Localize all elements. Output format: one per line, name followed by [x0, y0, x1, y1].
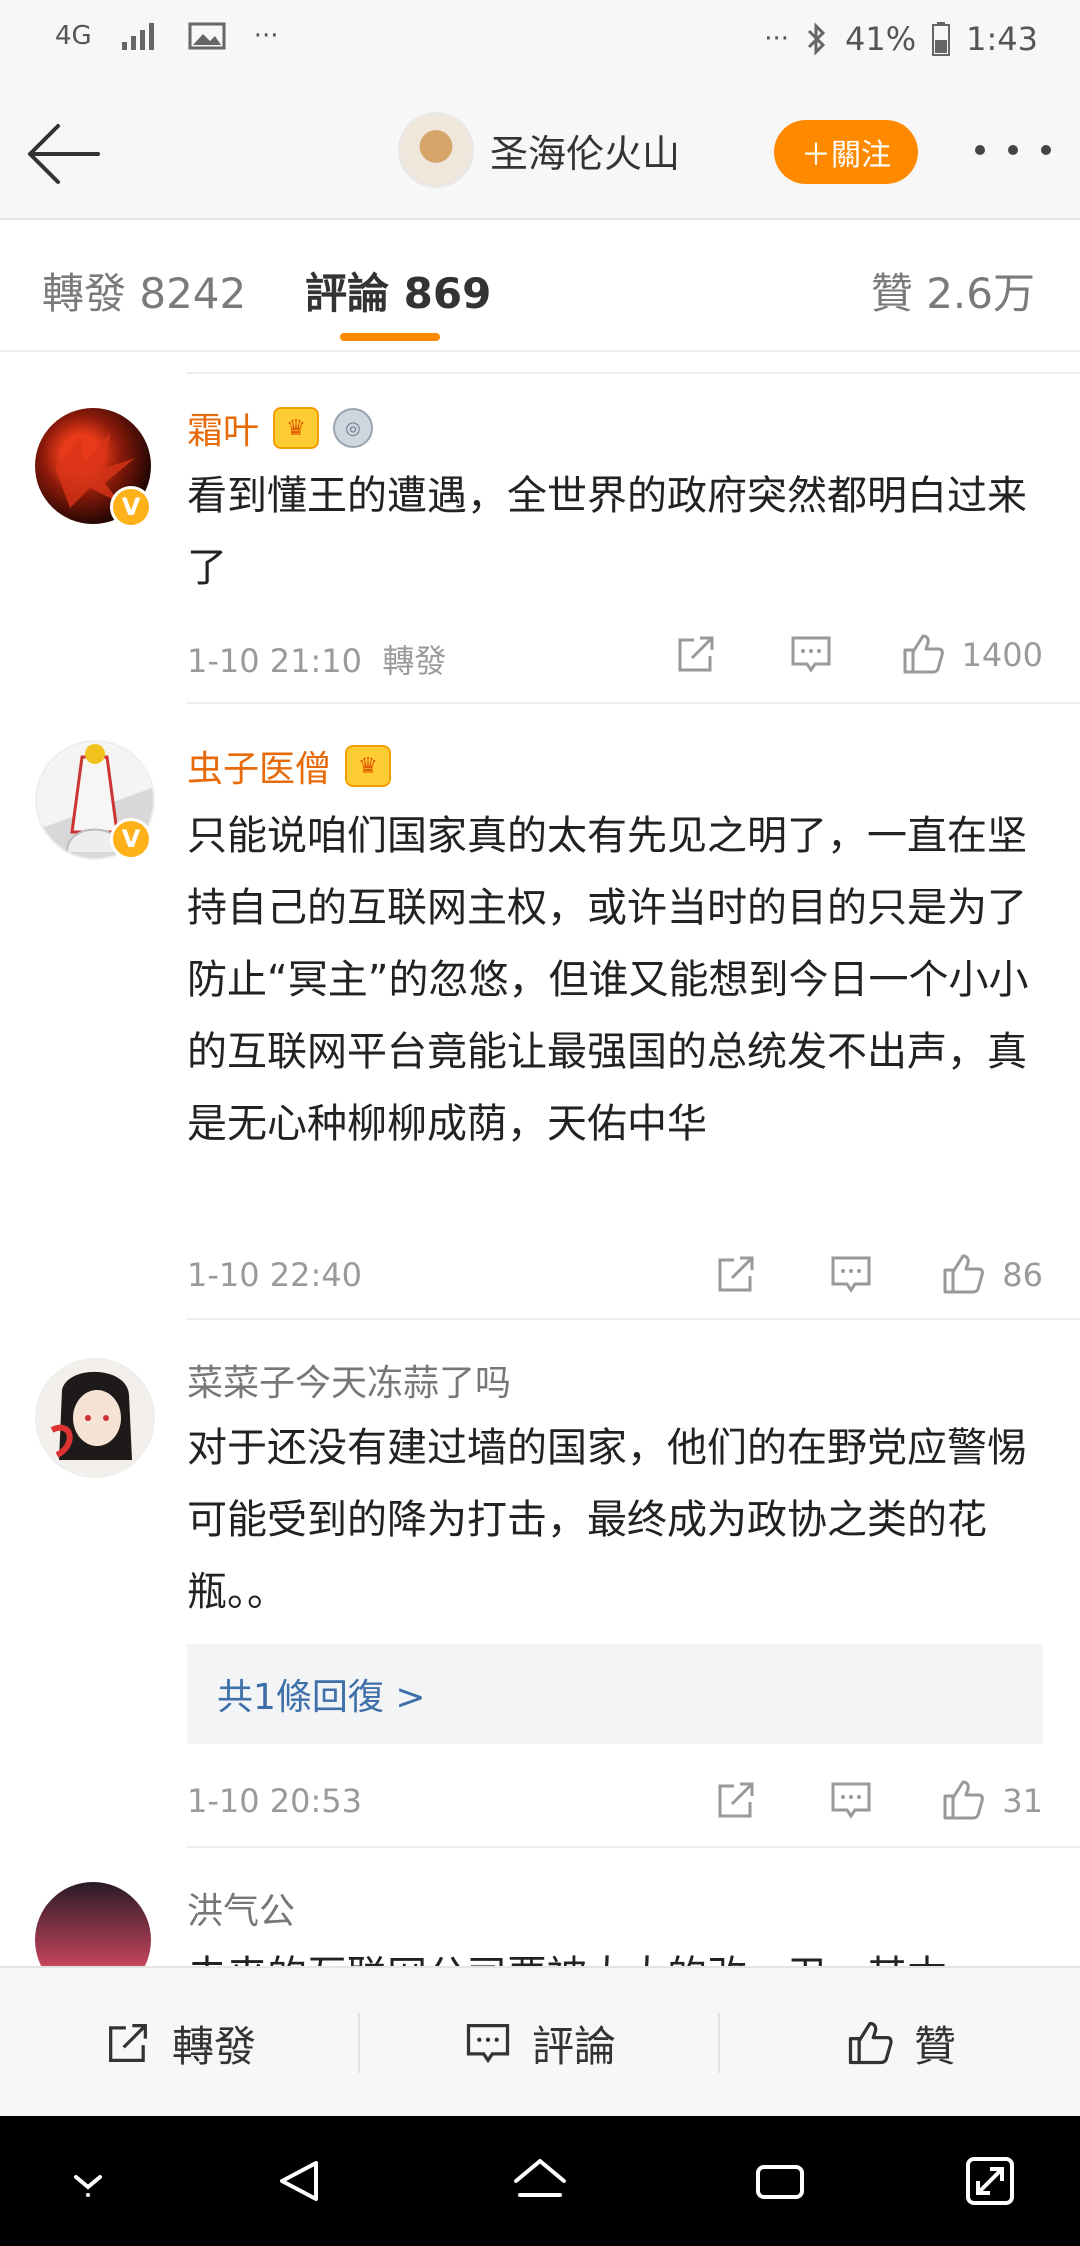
- nav-profile[interactable]: 圣海伦火山: [398, 112, 680, 188]
- repost-label: 轉發: [171, 2021, 256, 2071]
- bluetooth-icon: [807, 22, 826, 56]
- divider: [187, 372, 1080, 374]
- tab-likes[interactable]: 贊 2.6万: [871, 260, 1035, 321]
- comment-icon: [466, 2024, 510, 2064]
- author-name: 洪气公: [187, 1891, 296, 1932]
- like-icon[interactable]: [939, 1776, 987, 1824]
- vip-crown-icon: ♛: [273, 407, 320, 449]
- comment-text: 只能说咱们国家真的太有先见之明了，一直在坚持自己的互联网主权，或许当时的目的只是…: [187, 813, 1029, 1147]
- more-options-button[interactable]: [975, 130, 1051, 170]
- comment-text: 未来的互联网公司要被大大的改，卫，其本: [187, 1940, 1047, 1966]
- comment-button[interactable]: 評論: [360, 1968, 718, 2118]
- like-icon[interactable]: [939, 1250, 987, 1298]
- chevron-down-icon[interactable]: [58, 2151, 118, 2211]
- share-icon[interactable]: [712, 1250, 760, 1298]
- active-tab-indicator: [340, 333, 440, 341]
- avatar[interactable]: [35, 1882, 151, 1966]
- like-label: 贊: [913, 2021, 956, 2071]
- divider: [187, 1318, 1080, 1320]
- like-count: 31: [1002, 1782, 1043, 1820]
- author-name: 菜菜子今天冻蒜了吗: [187, 1363, 512, 1404]
- dot: [975, 145, 985, 155]
- recent-apps-icon[interactable]: [750, 2151, 810, 2211]
- repost-label[interactable]: 轉發: [382, 642, 446, 680]
- divider: [187, 1846, 1080, 1848]
- verified-badge: V: [110, 818, 152, 860]
- signal-icon: [121, 23, 154, 50]
- image-icon: [188, 22, 226, 50]
- comment-meta: 1-10 22:40 86: [187, 1250, 1043, 1300]
- comment-author[interactable]: 虫子医僧 ♛: [187, 740, 392, 792]
- comment-icon[interactable]: [827, 1776, 875, 1824]
- medal-icon: ◎: [333, 408, 374, 448]
- anime-girl-image: [50, 1371, 132, 1460]
- tab-repost[interactable]: 轉發 8242: [42, 260, 246, 321]
- comment-author[interactable]: 霜叶 ♛ ◎: [187, 402, 374, 454]
- repost-button[interactable]: 轉發: [0, 1968, 358, 2118]
- tab-comments[interactable]: 評論 869: [305, 260, 491, 321]
- share-icon[interactable]: [672, 630, 720, 678]
- home-icon[interactable]: [510, 2151, 570, 2211]
- status-more-right: ···: [764, 24, 790, 54]
- comment-item: 洪气公 未来的互联网公司要被大大的改，卫，其本: [0, 1864, 1080, 1966]
- like-button[interactable]: 贊: [720, 1968, 1080, 2118]
- back-button[interactable]: [22, 112, 106, 196]
- rotate-screen-icon[interactable]: [960, 2151, 1020, 2211]
- status-more-left: ···: [253, 21, 279, 51]
- comment-meta: 1-10 21:10 轉發 1400: [187, 630, 1043, 680]
- comment-text: 看到懂王的遭遇，全世界的政府突然都明白过来了: [187, 473, 1027, 591]
- comment-time: 1-10 20:53: [187, 1782, 363, 1820]
- comment-author[interactable]: 洪气公: [187, 1882, 295, 1934]
- comment-icon[interactable]: [787, 630, 835, 678]
- dot: [1008, 145, 1018, 155]
- status-bar: 4G ··· ··· 41% 1:43: [0, 0, 1080, 90]
- share-icon[interactable]: [712, 1776, 760, 1824]
- nav-back-icon[interactable]: [270, 2151, 330, 2211]
- comment-label: 評論: [531, 2021, 616, 2071]
- back-arrow-icon: [28, 124, 100, 184]
- share-icon: [109, 2024, 147, 2062]
- comment-time: 1-10 21:10 轉發: [187, 642, 447, 680]
- avatar[interactable]: [398, 112, 474, 188]
- vip-crown-icon: ♛: [345, 745, 392, 787]
- verified-badge: V: [110, 486, 152, 528]
- like-count: 86: [1002, 1256, 1043, 1294]
- tab-bar: 轉發 8242 評論 869 贊 2.6万: [0, 220, 1080, 352]
- like-icon[interactable]: [899, 630, 947, 678]
- view-replies-link[interactable]: 共1條回復 >: [187, 1644, 1043, 1744]
- top-nav: 圣海伦火山 ＋關注: [0, 90, 1080, 220]
- battery-icon: [932, 22, 951, 56]
- like-icon: [848, 2021, 893, 2065]
- bottom-action-bar: 轉發 評論 贊: [0, 1966, 1080, 2118]
- divider: [187, 702, 1080, 704]
- system-navigation-bar: [0, 2116, 1080, 2246]
- avatar[interactable]: [35, 1358, 155, 1478]
- follow-button[interactable]: ＋關注: [774, 120, 918, 184]
- author-name: 虫子医僧: [187, 749, 332, 790]
- page-title: 圣海伦火山: [490, 131, 681, 176]
- clock: 1:43: [966, 20, 1038, 58]
- comment-icon[interactable]: [827, 1250, 875, 1298]
- dot: [1041, 145, 1051, 155]
- like-count: 1400: [961, 636, 1043, 674]
- author-name: 霜叶: [187, 411, 260, 452]
- comment-author[interactable]: 菜菜子今天冻蒜了吗: [187, 1354, 511, 1406]
- comment-text: 对于还没有建过墙的国家，他们的在野党应警惕可能受到的降为打击，最终成为政协之类的…: [187, 1425, 1027, 1615]
- network-indicator: 4G: [55, 21, 92, 51]
- comment-time: 1-10 22:40: [187, 1256, 363, 1294]
- comment-meta: 1-10 20:53 31: [187, 1776, 1043, 1826]
- battery-percent: 41%: [845, 20, 917, 58]
